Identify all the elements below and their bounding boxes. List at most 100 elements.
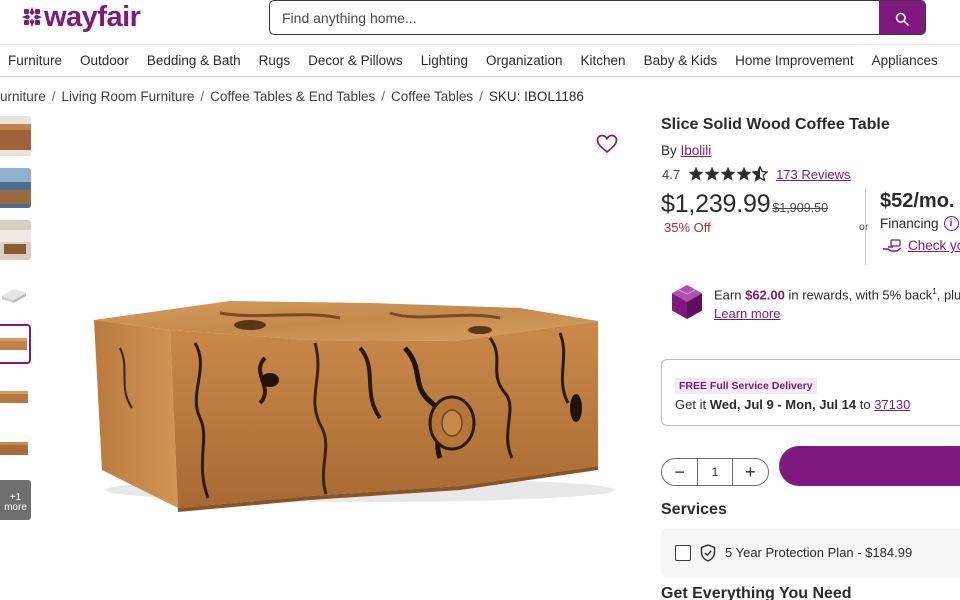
shield-check-icon bbox=[700, 544, 716, 562]
half-star-icon bbox=[752, 166, 769, 182]
services-heading: Services bbox=[661, 501, 727, 518]
add-to-cart-button[interactable] bbox=[779, 446, 960, 486]
rewards-tail: , plu bbox=[936, 287, 960, 303]
thumbnail-image bbox=[0, 326, 29, 362]
nav-item-decor-pillows[interactable]: Decor & Pillows bbox=[299, 53, 412, 68]
star-icon bbox=[736, 166, 752, 181]
thumbnail-5-active[interactable] bbox=[0, 324, 31, 364]
star-icon bbox=[704, 166, 720, 181]
price-divider bbox=[865, 189, 866, 265]
thumbnail-2[interactable] bbox=[0, 168, 31, 208]
learn-more-link[interactable]: Learn more bbox=[714, 306, 780, 321]
wayfair-logo[interactable]: wayfair bbox=[22, 0, 141, 33]
thumbnail-3[interactable] bbox=[0, 220, 31, 260]
thumbnail-4[interactable] bbox=[0, 272, 31, 312]
breadcrumb-separator: / bbox=[381, 89, 386, 104]
search-button[interactable] bbox=[879, 1, 925, 34]
discount-label: 35% Off bbox=[664, 220, 711, 235]
brand-link[interactable]: Ibolili bbox=[681, 143, 712, 158]
nav-item-appliances[interactable]: Appliances bbox=[863, 53, 947, 68]
breadcrumb-separator: / bbox=[200, 89, 205, 104]
hand-card-icon bbox=[883, 238, 902, 252]
breadcrumb-item-furniture[interactable]: urniture bbox=[0, 89, 46, 104]
star-icon bbox=[720, 166, 736, 181]
product-title: Slice Solid Wood Coffee Table bbox=[661, 116, 890, 133]
nav-item-furniture[interactable]: Furniture bbox=[0, 53, 71, 68]
delivery-box: FREE Full Service Delivery Get it Wed, J… bbox=[661, 359, 960, 426]
brand-line: By Ibolili bbox=[661, 143, 711, 158]
to-label: to bbox=[859, 397, 871, 412]
thumbnail-image bbox=[0, 116, 31, 156]
nav-item-outdoor[interactable]: Outdoor bbox=[71, 53, 138, 68]
by-prefix: By bbox=[661, 143, 677, 158]
product-panel: Slice Solid Wood Coffee Table By Ibolili… bbox=[661, 116, 960, 600]
rewards-prefix: Earn bbox=[714, 287, 742, 303]
free-delivery-badge: FREE Full Service Delivery bbox=[675, 378, 817, 394]
thumbnail-more[interactable]: +1 more bbox=[0, 480, 31, 520]
nav-item-home-improvement[interactable]: Home Improvement bbox=[726, 53, 863, 68]
breadcrumb-item-coffee-tables[interactable]: Coffee Tables bbox=[391, 89, 473, 104]
rewards-suffix: in rewards, with 5% back bbox=[788, 287, 933, 303]
thumbnail-image bbox=[0, 168, 31, 208]
thumbnail-6[interactable] bbox=[0, 376, 31, 416]
thumbnail-image bbox=[0, 220, 31, 260]
breadcrumb-item-living-room-furniture[interactable]: Living Room Furniture bbox=[62, 89, 195, 104]
increase-quantity-button[interactable]: + bbox=[733, 459, 768, 485]
delivery-estimate: Get it Wed, Jul 9 - Mon, Jul 14 to 37130 bbox=[675, 397, 910, 412]
more-label: more bbox=[4, 502, 27, 513]
breadcrumb-item-coffee-end-tables[interactable]: Coffee Tables & End Tables bbox=[210, 89, 375, 104]
breadcrumb: urniture / Living Room Furniture / Coffee Ta… bbox=[0, 89, 584, 104]
star-rating bbox=[688, 166, 769, 182]
thumbnail-image bbox=[0, 376, 31, 416]
category-nav: Furniture Outdoor Bedding & Bath Rugs De… bbox=[0, 44, 960, 77]
get-it-label: Get it bbox=[675, 397, 707, 412]
nav-item-bedding-bath[interactable]: Bedding & Bath bbox=[138, 53, 250, 68]
nav-item-organization[interactable]: Organization bbox=[477, 53, 572, 68]
search-icon bbox=[895, 12, 909, 26]
product-image[interactable] bbox=[60, 118, 640, 558]
rewards-amount: $62.00 bbox=[745, 287, 785, 303]
protection-plan-option[interactable]: 5 Year Protection Plan - $184.99 bbox=[661, 529, 960, 577]
rewards-banner: Earn $62.00 in rewards, with 5% back1, p… bbox=[671, 284, 960, 324]
thumbnail-strip: +1 more bbox=[0, 116, 31, 532]
rewards-gem-icon bbox=[672, 285, 702, 319]
search-input[interactable] bbox=[270, 1, 880, 34]
or-label: or bbox=[859, 221, 869, 233]
protection-plan-label: 5 Year Protection Plan - $184.99 bbox=[725, 545, 913, 560]
reviews-link[interactable]: 173 Reviews bbox=[776, 167, 850, 182]
monthly-price: $52/mo. bbox=[880, 190, 955, 212]
thumbnail-1[interactable] bbox=[0, 116, 31, 156]
nav-item-rugs[interactable]: Rugs bbox=[250, 53, 300, 68]
rating-value: 4.7 bbox=[662, 166, 681, 182]
header: wayfair bbox=[0, 0, 960, 42]
star-icon bbox=[688, 166, 704, 181]
bundle-heading: Get Everything You Need bbox=[661, 585, 852, 600]
rewards-text: Earn $62.00 in rewards, with 5% back1, p… bbox=[714, 287, 960, 302]
nav-item-baby-kids[interactable]: Baby & Kids bbox=[635, 53, 727, 68]
quantity-stepper: − 1 + bbox=[661, 458, 769, 486]
thumbnail-image bbox=[0, 272, 31, 312]
thumbnail-7[interactable] bbox=[0, 428, 31, 468]
quantity-value[interactable]: 1 bbox=[697, 459, 733, 485]
search-bar bbox=[269, 0, 926, 35]
nav-item-lighting[interactable]: Lighting bbox=[412, 53, 477, 68]
sale-price: $1,239.99 bbox=[661, 190, 771, 218]
sku-label: SKU: IBOL1186 bbox=[488, 89, 584, 104]
check-financing-link[interactable]: Check yo bbox=[882, 238, 960, 253]
delivery-dates: Wed, Jul 9 - Mon, Jul 14 bbox=[709, 397, 857, 412]
logo-text: wayfair bbox=[44, 0, 141, 33]
wayfair-logo-icon bbox=[22, 7, 42, 27]
breadcrumb-separator: / bbox=[51, 89, 56, 104]
breadcrumb-separator: / bbox=[479, 89, 483, 104]
nav-item-kitchen[interactable]: Kitchen bbox=[572, 53, 635, 68]
protection-plan-checkbox[interactable] bbox=[675, 545, 691, 561]
check-financing-label: Check yo bbox=[908, 238, 960, 253]
price-row: $1,239.99 $1,909.50 bbox=[661, 190, 828, 219]
info-icon[interactable]: i bbox=[943, 216, 959, 231]
rating-row: 4.7 173 Reviews bbox=[662, 166, 851, 182]
decrease-quantity-button[interactable]: − bbox=[662, 459, 697, 485]
zip-code-link[interactable]: 37130 bbox=[874, 397, 910, 412]
thumbnail-image bbox=[0, 428, 31, 468]
heart-icon[interactable] bbox=[596, 134, 618, 154]
financing-row: Financing i bbox=[880, 216, 959, 231]
